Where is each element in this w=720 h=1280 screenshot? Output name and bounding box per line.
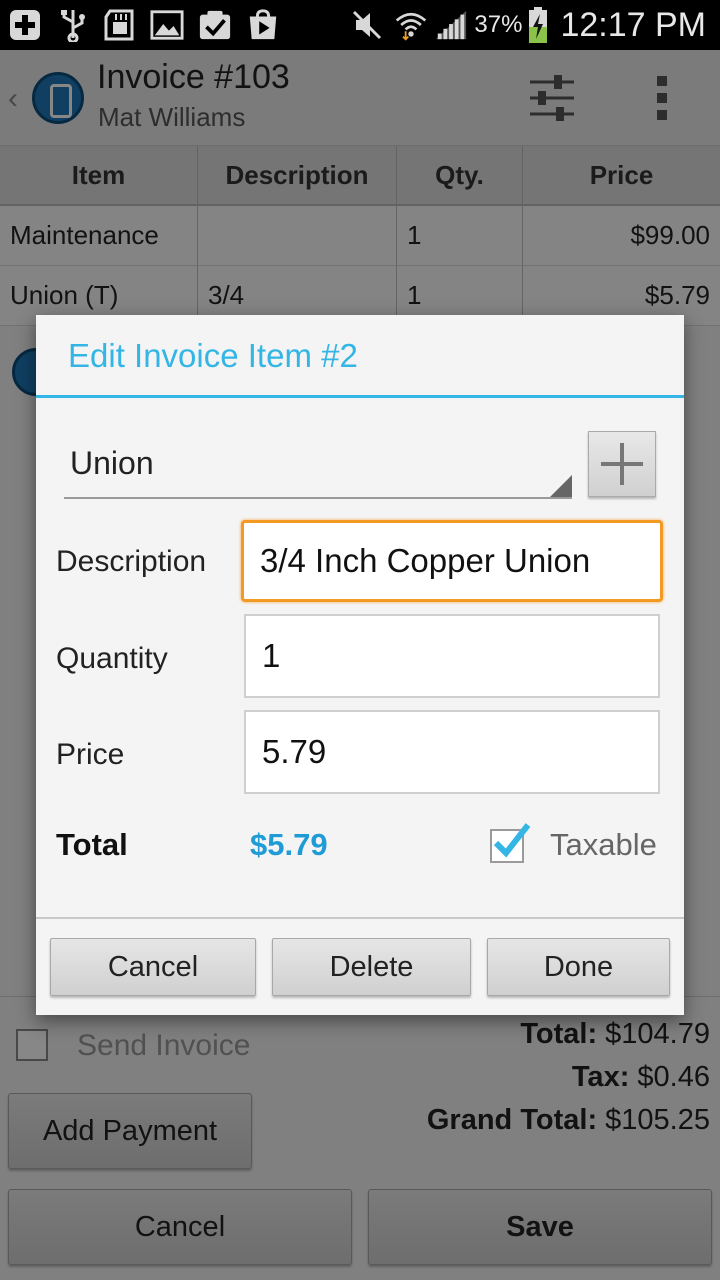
mute-icon: [350, 8, 384, 42]
battery-charging-icon: [526, 7, 550, 43]
task-check-icon: [198, 8, 232, 42]
dialog-cancel-button[interactable]: Cancel: [50, 938, 256, 996]
add-new-item-button[interactable]: [588, 431, 656, 497]
clock: 12:17 PM: [560, 5, 706, 44]
edit-invoice-item-dialog: Edit Invoice Item #2 Union Description 3…: [36, 315, 684, 1015]
description-input[interactable]: 3/4 Inch Copper Union: [241, 520, 663, 602]
dialog-title: Edit Invoice Item #2: [68, 337, 358, 374]
description-label: Description: [56, 545, 207, 578]
sd-card-icon: [102, 8, 136, 42]
quantity-label: Quantity: [56, 642, 168, 675]
plus-icon: [601, 443, 643, 485]
item-total-value: $5.79: [250, 827, 328, 862]
gallery-icon: [150, 8, 184, 42]
battery-percent: 37%: [474, 11, 523, 38]
price-label: Price: [56, 738, 125, 771]
item-spinner-value: Union: [70, 445, 154, 481]
wifi-icon: [394, 8, 428, 42]
taxable-checkbox[interactable]: [490, 823, 531, 863]
dialog-title-divider: [36, 395, 684, 398]
item-spinner[interactable]: Union: [64, 431, 572, 499]
spinner-arrow-icon: [550, 475, 572, 497]
dialog-button-divider: [36, 917, 684, 919]
signal-icon: [434, 8, 468, 42]
add-icon: [8, 8, 42, 42]
taxable-label: Taxable: [550, 827, 657, 862]
usb-icon: [56, 8, 90, 42]
dialog-delete-button[interactable]: Delete: [272, 938, 471, 996]
checkmark-icon: [493, 823, 531, 858]
dialog-done-button[interactable]: Done: [487, 938, 670, 996]
play-store-icon: [246, 8, 280, 42]
item-total-label: Total: [56, 827, 128, 862]
quantity-input[interactable]: 1: [244, 614, 660, 698]
price-input[interactable]: 5.79: [244, 710, 660, 794]
status-bar: 37% 12:17 PM: [0, 0, 720, 50]
